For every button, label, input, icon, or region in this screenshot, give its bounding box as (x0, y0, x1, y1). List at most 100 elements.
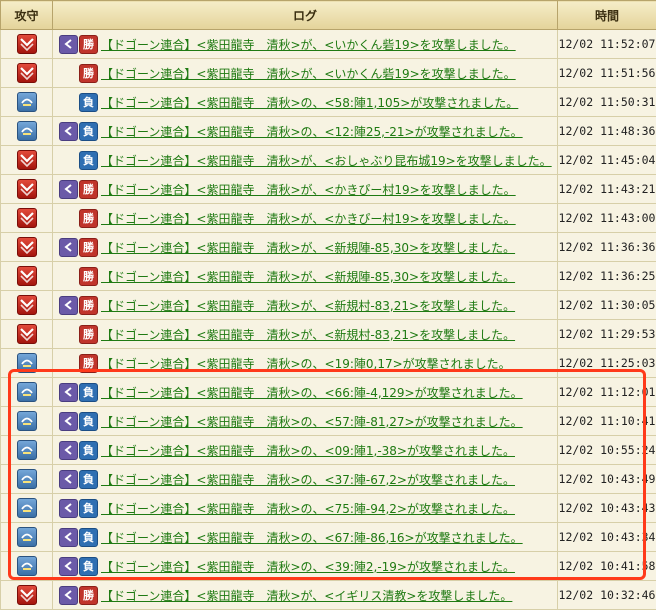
row-log-cell: 勝【ドゴーン連合】<紫田龍寺 清秋>が、<新規陣-85,30>を攻撃しました。 (53, 262, 558, 291)
log-entry-link[interactable]: 【ドゴーン連合】<紫田龍寺 清秋>の、<58:陣1,105>が攻撃されました。 (101, 96, 518, 110)
table-row: 勝【ドゴーン連合】<紫田龍寺 清秋>が、<いかくん砦19>を攻撃しました。12/… (1, 30, 656, 59)
row-log-cell: 負【ドゴーン連合】<紫田龍寺 清秋>の、<12:陣25,-21>が攻撃されました… (53, 117, 558, 146)
arrow-badge-icon (59, 528, 78, 547)
arrow-badge-icon (59, 412, 78, 431)
shield-defense-icon (17, 92, 37, 112)
row-log-cell: 負【ドゴーン連合】<紫田龍寺 清秋>の、<37:陣-67,2>が攻撃されました。 (53, 465, 558, 494)
crossed-swords-icon (17, 266, 37, 286)
table-row: 負【ドゴーン連合】<紫田龍寺 清秋>の、<09:陣1,-38>が攻撃されました。… (1, 436, 656, 465)
log-entry-link[interactable]: 【ドゴーン連合】<紫田龍寺 清秋>の、<67:陣-86,16>が攻撃されました。 (101, 531, 523, 545)
result-badge: 負 (79, 470, 98, 489)
row-badges: 勝 (59, 354, 101, 373)
crossed-swords-icon (17, 179, 37, 199)
log-entry-link[interactable]: 【ドゴーン連合】<紫田龍寺 清秋>が、<新規陣-85,30>を攻撃しました。 (101, 270, 515, 284)
row-log-cell: 負【ドゴーン連合】<紫田龍寺 清秋>の、<39:陣2,-19>が攻撃されました。 (53, 552, 558, 581)
arrow-badge-icon (59, 586, 78, 605)
shield-defense-icon (17, 411, 37, 431)
row-time: 12/02 10:43:34 (558, 523, 656, 552)
row-type-cell (1, 146, 53, 175)
log-entry-link[interactable]: 【ドゴーン連合】<紫田龍寺 清秋>の、<09:陣1,-38>が攻撃されました。 (101, 444, 515, 458)
row-badges: 負 (59, 470, 101, 489)
log-entry-link[interactable]: 【ドゴーン連合】<紫田龍寺 清秋>の、<12:陣25,-21>が攻撃されました。 (101, 125, 523, 139)
row-time: 12/02 10:32:46 (558, 581, 656, 610)
table-row: 負【ドゴーン連合】<紫田龍寺 清秋>の、<67:陣-86,16>が攻撃されました… (1, 523, 656, 552)
table-row: 負【ドゴーン連合】<紫田龍寺 清秋>の、<37:陣-67,2>が攻撃されました。… (1, 465, 656, 494)
log-entry-link[interactable]: 【ドゴーン連合】<紫田龍寺 清秋>の、<39:陣2,-19>が攻撃されました。 (101, 560, 515, 574)
result-badge: 負 (79, 383, 98, 402)
row-badges: 勝 (59, 209, 101, 228)
row-badges: 勝 (59, 296, 101, 315)
arrow-badge-icon (59, 557, 78, 576)
result-badge: 勝 (79, 180, 98, 199)
result-badge: 勝 (79, 354, 98, 373)
log-entry-link[interactable]: 【ドゴーン連合】<紫田龍寺 清秋>が、<かきぴー村19>を攻撃しました。 (101, 183, 516, 197)
crossed-swords-icon (17, 237, 37, 257)
row-log-cell: 勝【ドゴーン連合】<紫田龍寺 清秋>が、<新規陣-85,30>を攻撃しました。 (53, 233, 558, 262)
shield-defense-icon (17, 121, 37, 141)
log-entry-link[interactable]: 【ドゴーン連合】<紫田龍寺 清秋>が、<おしゃぶり昆布城19>を攻撃しました。 (101, 154, 552, 168)
table-row: 勝【ドゴーン連合】<紫田龍寺 清秋>が、<かきぴー村19>を攻撃しました。12/… (1, 204, 656, 233)
arrow-badge-icon (59, 180, 78, 199)
log-entry-link[interactable]: 【ドゴーン連合】<紫田龍寺 清秋>の、<75:陣-94,2>が攻撃されました。 (101, 502, 515, 516)
table-row: 負【ドゴーン連合】<紫田龍寺 清秋>の、<39:陣2,-19>が攻撃されました。… (1, 552, 656, 581)
battle-log-panel: 攻守 ログ 時間 勝【ドゴーン連合】<紫田龍寺 清秋>が、<いかくん砦19>を攻… (0, 0, 656, 609)
header-attack-defense: 攻守 (1, 1, 53, 30)
row-time: 12/02 10:43:49 (558, 465, 656, 494)
log-entry-link[interactable]: 【ドゴーン連合】<紫田龍寺 清秋>が、<いかくん砦19>を攻撃しました。 (101, 38, 516, 52)
result-badge: 負 (79, 151, 98, 170)
crossed-swords-icon (17, 585, 37, 605)
row-type-cell (1, 30, 53, 59)
log-entry-link[interactable]: 【ドゴーン連合】<紫田龍寺 清秋>が、<新規陣-85,30>を攻撃しました。 (101, 241, 515, 255)
header-time: 時間 (558, 1, 656, 30)
row-badges: 勝 (59, 64, 101, 83)
shield-defense-icon (17, 440, 37, 460)
row-type-cell (1, 581, 53, 610)
log-entry-link[interactable]: 【ドゴーン連合】<紫田龍寺 清秋>が、<いかくん砦19>を攻撃しました。 (101, 67, 516, 81)
row-log-cell: 負【ドゴーン連合】<紫田龍寺 清秋>の、<75:陣-94,2>が攻撃されました。 (53, 494, 558, 523)
shield-defense-icon (17, 353, 37, 373)
log-entry-link[interactable]: 【ドゴーン連合】<紫田龍寺 清秋>の、<19:陣0,17>が攻撃されました。 (101, 357, 511, 371)
row-badges: 負 (59, 557, 101, 576)
table-row: 勝【ドゴーン連合】<紫田龍寺 清秋>が、<イギリス清教>を攻撃しました。12/0… (1, 581, 656, 610)
table-row: 負【ドゴーン連合】<紫田龍寺 清秋>が、<おしゃぶり昆布城19>を攻撃しました。… (1, 146, 656, 175)
result-badge: 負 (79, 557, 98, 576)
arrow-badge-icon (59, 383, 78, 402)
table-header-row: 攻守 ログ 時間 (1, 1, 656, 30)
log-entry-link[interactable]: 【ドゴーン連合】<紫田龍寺 清秋>の、<66:陣-4,129>が攻撃されました。 (101, 386, 523, 400)
row-type-cell (1, 320, 53, 349)
battle-log-rows: 勝【ドゴーン連合】<紫田龍寺 清秋>が、<いかくん砦19>を攻撃しました。12/… (1, 30, 656, 610)
row-log-cell: 負【ドゴーン連合】<紫田龍寺 清秋>の、<58:陣1,105>が攻撃されました。 (53, 88, 558, 117)
row-badges: 勝 (59, 267, 101, 286)
log-entry-link[interactable]: 【ドゴーン連合】<紫田龍寺 清秋>が、<新規村-83,21>を攻撃しました。 (101, 299, 515, 313)
result-badge: 勝 (79, 267, 98, 286)
row-type-cell (1, 59, 53, 88)
arrow-badge-icon (59, 35, 78, 54)
row-time: 12/02 10:41:58 (558, 552, 656, 581)
header-log: ログ (53, 1, 558, 30)
row-time: 12/02 10:43:43 (558, 494, 656, 523)
row-log-cell: 勝【ドゴーン連合】<紫田龍寺 清秋>の、<19:陣0,17>が攻撃されました。 (53, 349, 558, 378)
table-row: 勝【ドゴーン連合】<紫田龍寺 清秋>が、<かきぴー村19>を攻撃しました。12/… (1, 175, 656, 204)
log-entry-link[interactable]: 【ドゴーン連合】<紫田龍寺 清秋>が、<イギリス清教>を攻撃しました。 (101, 589, 512, 603)
row-type-cell (1, 204, 53, 233)
table-row: 勝【ドゴーン連合】<紫田龍寺 清秋>が、<新規陣-85,30>を攻撃しました。1… (1, 233, 656, 262)
result-badge: 負 (79, 528, 98, 547)
shield-defense-icon (17, 556, 37, 576)
row-log-cell: 勝【ドゴーン連合】<紫田龍寺 清秋>が、<新規村-83,21>を攻撃しました。 (53, 291, 558, 320)
shield-defense-icon (17, 382, 37, 402)
row-log-cell: 勝【ドゴーン連合】<紫田龍寺 清秋>が、<イギリス清教>を攻撃しました。 (53, 581, 558, 610)
log-entry-link[interactable]: 【ドゴーン連合】<紫田龍寺 清秋>が、<新規村-83,21>を攻撃しました。 (101, 328, 515, 342)
table-row: 勝【ドゴーン連合】<紫田龍寺 清秋>が、<いかくん砦19>を攻撃しました。12/… (1, 59, 656, 88)
row-badges: 負 (59, 151, 101, 170)
log-entry-link[interactable]: 【ドゴーン連合】<紫田龍寺 清秋>が、<かきぴー村19>を攻撃しました。 (101, 212, 516, 226)
row-log-cell: 勝【ドゴーン連合】<紫田龍寺 清秋>が、<新規村-83,21>を攻撃しました。 (53, 320, 558, 349)
row-time: 12/02 11:36:36 (558, 233, 656, 262)
log-entry-link[interactable]: 【ドゴーン連合】<紫田龍寺 清秋>の、<37:陣-67,2>が攻撃されました。 (101, 473, 515, 487)
row-time: 12/02 11:25:03 (558, 349, 656, 378)
row-badges: 負 (59, 528, 101, 547)
row-time: 12/02 11:12:01 (558, 378, 656, 407)
row-time: 12/02 11:45:04 (558, 146, 656, 175)
result-badge: 負 (79, 441, 98, 460)
arrow-badge-icon (59, 238, 78, 257)
log-entry-link[interactable]: 【ドゴーン連合】<紫田龍寺 清秋>の、<57:陣-81,27>が攻撃されました。 (101, 415, 523, 429)
